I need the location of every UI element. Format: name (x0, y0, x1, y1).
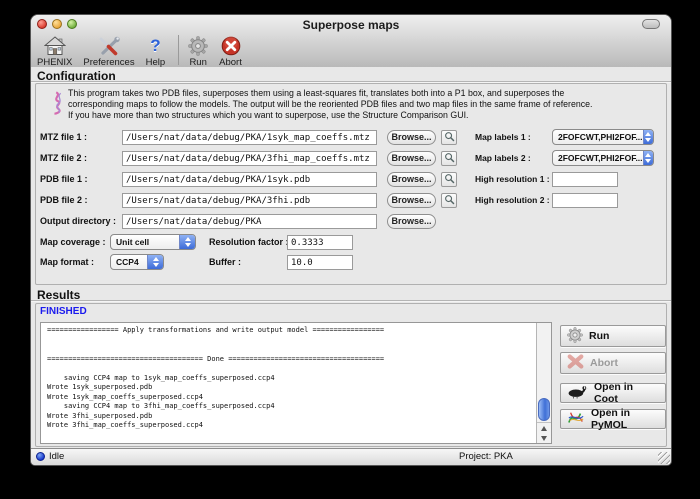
status-text: Idle (49, 451, 64, 462)
browse-mtz-2-button[interactable]: Browse... (387, 151, 436, 166)
popup-arrows-icon (179, 235, 195, 249)
scrollbar-thumb[interactable] (538, 398, 550, 421)
magnifier-icon (444, 172, 455, 187)
scroll-down-icon (541, 436, 547, 441)
pdb-file-1-input[interactable] (122, 172, 377, 187)
console-text: ================= Apply transformations … (41, 323, 551, 434)
high-resolution-2-label: High resolution 2 : (475, 195, 550, 205)
magnifier-icon (444, 151, 455, 166)
open-in-pymol-button[interactable]: Open in PyMOL (560, 409, 666, 429)
project-label: Project: PKA (459, 451, 513, 462)
map-labels-1-label: Map labels 1 : (475, 132, 531, 142)
results-panel: FINISHED ================= Apply transfo… (35, 303, 667, 447)
scrollbar-arrows (537, 422, 551, 443)
main-content: Configuration This program takes two PDB… (31, 67, 671, 449)
browse-output-directory-button[interactable]: Browse... (387, 214, 436, 229)
abort-button-label: Abort (590, 357, 618, 369)
home-icon (44, 35, 66, 56)
map-format-value: CCP4 (111, 257, 147, 267)
high-resolution-2-input[interactable] (552, 193, 618, 208)
window-header: Superpose maps PHENIX (31, 15, 671, 68)
mtz-file-1-label: MTZ file 1 : (40, 132, 87, 142)
map-coverage-label: Map coverage : (40, 237, 106, 247)
map-labels-1-value: 2FOFCWT,PHI2FOF... (553, 132, 643, 142)
toolbar-separator (178, 35, 179, 65)
idle-status-icon (36, 452, 45, 461)
toolbar: PHENIX Preferences ? Help (37, 35, 253, 67)
output-directory-label: Output directory : (40, 216, 116, 226)
run-button[interactable]: Run (560, 325, 666, 347)
scroll-up-button[interactable] (537, 423, 551, 433)
mtz-file-1-input[interactable] (122, 130, 377, 145)
inspect-mtz-1-button[interactable] (441, 130, 457, 145)
window-title: Superpose maps (31, 18, 671, 32)
resolution-factor-label: Resolution factor : (209, 237, 289, 247)
results-divider (31, 300, 671, 302)
mtz-file-2-input[interactable] (122, 151, 377, 166)
map-labels-2-value: 2FOFCWT,PHI2FOF... (553, 153, 643, 163)
toolbar-phenix-button[interactable]: PHENIX (37, 35, 72, 68)
open-in-coot-label: Open in Coot (594, 381, 659, 405)
status-bar: Idle Project: PKA (31, 448, 671, 465)
scroll-up-icon (541, 426, 547, 431)
popup-arrows-icon (147, 255, 163, 269)
output-directory-input[interactable] (122, 214, 377, 229)
open-in-pymol-label: Open in PyMOL (591, 407, 659, 431)
help-icon: ? (150, 35, 160, 56)
abort-icon (221, 35, 241, 56)
pdb-file-2-label: PDB file 2 : (40, 195, 88, 205)
gear-icon (188, 35, 208, 56)
resize-grip[interactable] (658, 452, 670, 464)
configuration-panel: This program takes two PDB files, superp… (35, 83, 667, 285)
map-coverage-select[interactable]: Unit cell (110, 234, 196, 250)
map-labels-1-select[interactable]: 2FOFCWT,PHI2FOF... (552, 129, 654, 145)
buffer-input[interactable] (287, 255, 353, 270)
status-badge: FINISHED (40, 306, 87, 317)
mtz-file-2-label: MTZ file 2 : (40, 153, 87, 163)
map-format-label: Map format : (40, 257, 94, 267)
pdb-file-2-input[interactable] (122, 193, 377, 208)
superpose-maps-window: Superpose maps PHENIX (30, 14, 672, 466)
map-coverage-value: Unit cell (111, 237, 179, 247)
magnifier-icon (444, 193, 455, 208)
popup-arrows-icon (643, 130, 653, 144)
toolbar-help-button[interactable]: ? Help (146, 35, 166, 68)
abort-button: Abort (560, 352, 666, 374)
scroll-down-button[interactable] (537, 433, 551, 443)
inspect-pdb-1-button[interactable] (441, 172, 457, 187)
map-format-select[interactable]: CCP4 (110, 254, 164, 270)
pymol-ribbon-icon (567, 410, 585, 429)
resolution-factor-input[interactable] (287, 235, 353, 250)
ribbon-icon (50, 90, 66, 121)
buffer-label: Buffer : (209, 257, 241, 267)
console-scrollbar[interactable] (536, 323, 551, 443)
high-resolution-1-input[interactable] (552, 172, 618, 187)
abort-x-icon (567, 354, 584, 372)
popup-arrows-icon (643, 151, 653, 165)
map-labels-2-select[interactable]: 2FOFCWT,PHI2FOF... (552, 150, 654, 166)
toolbar-run-button[interactable]: Run (188, 35, 208, 68)
map-labels-2-label: Map labels 2 : (475, 153, 531, 163)
tools-icon (98, 35, 120, 56)
console-output[interactable]: ================= Apply transformations … (40, 322, 552, 444)
toolbar-preferences-button[interactable]: Preferences (83, 35, 134, 68)
inspect-pdb-2-button[interactable] (441, 193, 457, 208)
toolbar-abort-button[interactable]: Abort (219, 35, 242, 68)
gear-icon (567, 327, 583, 346)
program-description: This program takes two PDB files, superp… (68, 88, 593, 121)
pdb-file-1-label: PDB file 1 : (40, 174, 88, 184)
browse-pdb-2-button[interactable]: Browse... (387, 193, 436, 208)
toolbar-toggle-button[interactable] (642, 19, 660, 29)
inspect-mtz-2-button[interactable] (441, 151, 457, 166)
run-button-label: Run (589, 330, 609, 342)
browse-mtz-1-button[interactable]: Browse... (387, 130, 436, 145)
browse-pdb-1-button[interactable]: Browse... (387, 172, 436, 187)
magnifier-icon (444, 130, 455, 145)
high-resolution-1-label: High resolution 1 : (475, 174, 550, 184)
coot-bird-icon (567, 385, 588, 402)
open-in-coot-button[interactable]: Open in Coot (560, 383, 666, 403)
